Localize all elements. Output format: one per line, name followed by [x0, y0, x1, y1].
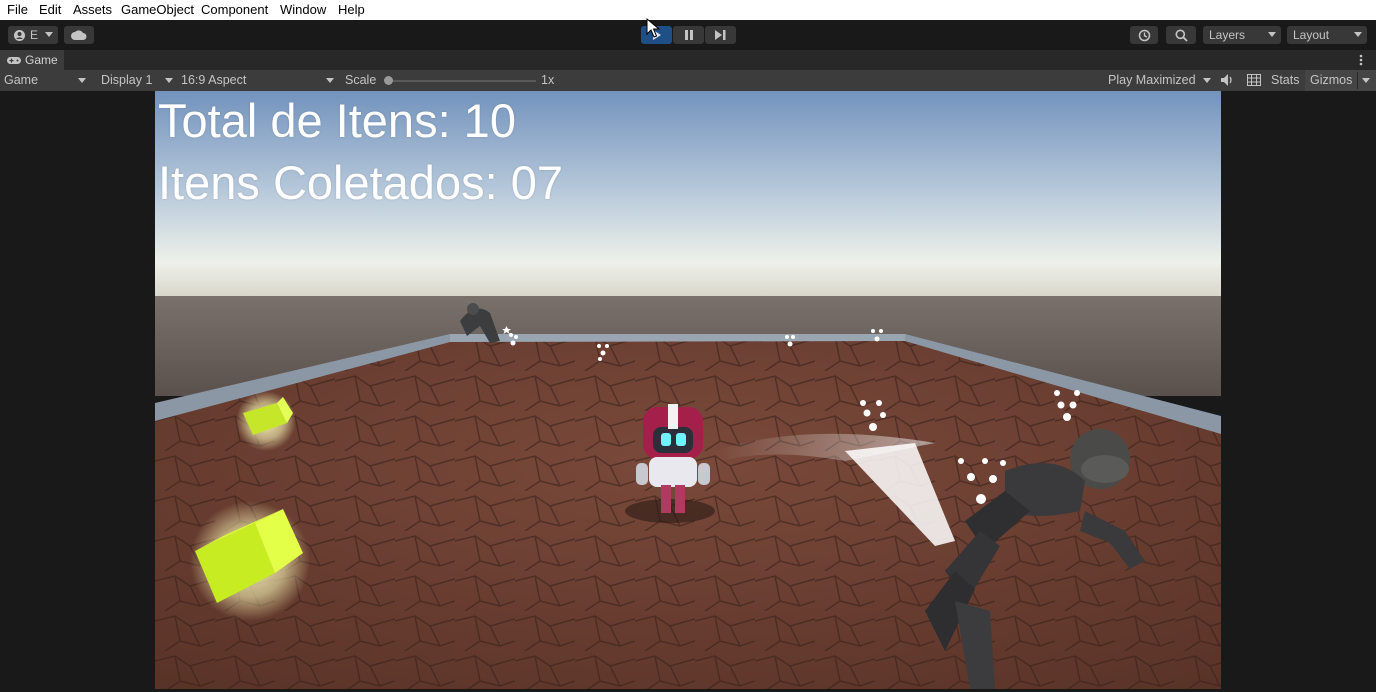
- game-view-toolbar: Game Display 1 16:9 Aspect Scale 1x Play…: [0, 70, 1376, 91]
- gizmos-label: Gizmos: [1310, 73, 1353, 87]
- mouse-cursor-icon: [646, 18, 660, 38]
- scale-label: Scale: [345, 73, 377, 87]
- menu-file[interactable]: File: [7, 2, 28, 17]
- account-dropdown[interactable]: E: [8, 26, 58, 44]
- layers-label: Layers: [1209, 28, 1246, 42]
- history-button[interactable]: [1130, 26, 1158, 44]
- chevron-down-icon: [78, 78, 86, 83]
- grid-icon[interactable]: [1247, 74, 1261, 86]
- layout-dropdown[interactable]: Layout: [1287, 26, 1367, 44]
- speaker-icon[interactable]: [1221, 74, 1234, 86]
- chevron-down-icon: [165, 78, 173, 83]
- game-mode-label: Game: [4, 73, 39, 87]
- display-dropdown[interactable]: Display 1: [95, 70, 175, 91]
- game-mode-dropdown[interactable]: Game: [0, 70, 90, 91]
- pause-button[interactable]: [673, 26, 704, 44]
- menu-bar: File Edit Assets GameObject Component Wi…: [0, 0, 1376, 20]
- step-button[interactable]: [705, 26, 736, 44]
- gizmos-dropdown[interactable]: Gizmos: [1305, 70, 1376, 91]
- layers-dropdown[interactable]: Layers: [1203, 26, 1281, 44]
- account-icon: [14, 29, 25, 41]
- aspect-label: 16:9 Aspect: [181, 73, 247, 87]
- layout-label: Layout: [1293, 28, 1330, 42]
- play-maximized-dropdown[interactable]: Play Maximized: [1104, 70, 1214, 91]
- gamepad-icon: [7, 56, 21, 64]
- menu-gameobject[interactable]: GameObject: [121, 2, 194, 17]
- menu-edit[interactable]: Edit: [39, 2, 61, 17]
- search-icon: [1175, 29, 1188, 42]
- pickup-cube-large: [190, 501, 310, 621]
- display-label: Display 1: [101, 73, 153, 87]
- scale-slider-track[interactable]: [388, 80, 536, 82]
- pause-icon: [684, 30, 693, 40]
- aspect-dropdown[interactable]: 16:9 Aspect: [177, 70, 337, 91]
- account-label: E: [30, 28, 39, 42]
- search-button[interactable]: [1166, 26, 1196, 44]
- cloud-icon: [71, 30, 87, 40]
- tab-game[interactable]: Game: [0, 50, 64, 70]
- menu-window[interactable]: Window: [280, 2, 326, 17]
- total-items-label: Total de Itens: 10: [158, 94, 516, 147]
- chevron-down-icon: [326, 78, 334, 83]
- more-options-icon[interactable]: [1359, 54, 1363, 66]
- main-toolbar: E Layers Layout: [0, 18, 1376, 50]
- back-wall: [450, 334, 905, 342]
- menu-help[interactable]: Help: [338, 2, 365, 17]
- scale-slider-handle[interactable]: [384, 76, 393, 85]
- menu-component[interactable]: Component: [201, 2, 268, 17]
- menu-assets[interactable]: Assets: [73, 2, 112, 17]
- scale-value: 1x: [541, 73, 555, 87]
- game-viewport[interactable]: Total de Itens: 10 Itens Coletados: 07: [155, 91, 1221, 689]
- chevron-down-icon: [1203, 78, 1211, 83]
- chevron-down-icon: [1268, 32, 1276, 37]
- divider: [1357, 72, 1358, 89]
- stats-button[interactable]: Stats: [1271, 73, 1300, 87]
- history-icon: [1138, 29, 1150, 41]
- tab-bar: Game: [0, 50, 1376, 70]
- cloud-button[interactable]: [64, 26, 94, 44]
- tab-game-label: Game: [25, 53, 58, 67]
- play-maximized-label: Play Maximized: [1108, 73, 1196, 87]
- step-icon: [715, 30, 726, 40]
- pickup-cube-small: [236, 391, 296, 451]
- chevron-down-icon: [1354, 32, 1362, 37]
- chevron-down-icon: [1362, 78, 1370, 83]
- chevron-down-icon: [45, 32, 53, 37]
- collected-items-label: Itens Coletados: 07: [158, 156, 563, 209]
